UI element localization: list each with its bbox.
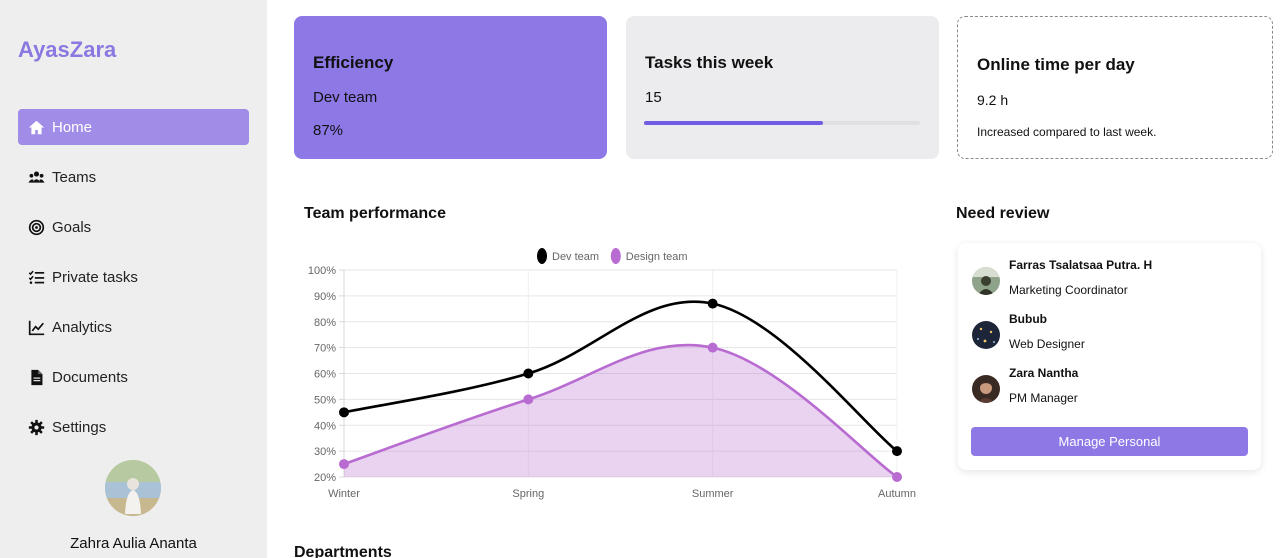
sidebar-item-settings[interactable]: Settings <box>18 409 249 445</box>
sidebar-item-label: Teams <box>52 168 97 186</box>
sidebar-item-label: Goals <box>52 218 92 236</box>
data-point <box>523 368 534 379</box>
card-subtitle: Dev team <box>313 89 378 106</box>
efficiency-card: Efficiency Dev team 87% <box>294 16 607 159</box>
legend-label: Dev team <box>552 251 599 263</box>
target-icon <box>27 218 45 236</box>
line-chart-icon <box>27 318 45 336</box>
card-value: 87% <box>313 122 344 139</box>
sidebar-item-label: Documents <box>52 368 128 386</box>
document-icon <box>27 368 45 386</box>
x-tick-label: Summer <box>692 488 734 500</box>
card-title: Online time per day <box>977 55 1135 74</box>
review-person[interactable]: Farras Tsalatsaa Putra. H Marketing Coor… <box>972 258 1252 298</box>
card-value: 9.2 h <box>977 92 1009 108</box>
person-role: Marketing Coordinator <box>1009 283 1128 297</box>
data-point <box>523 394 534 405</box>
team-performance-title: Team performance <box>304 205 446 222</box>
need-review-panel: Farras Tsalatsaa Putra. H Marketing Coor… <box>958 243 1261 470</box>
checklist-icon <box>27 268 45 286</box>
sidebar-item-documents[interactable]: Documents <box>18 359 249 395</box>
series-area <box>344 344 897 477</box>
brand-logo[interactable]: AyasZara <box>18 37 116 63</box>
x-tick-label: Spring <box>512 488 544 500</box>
data-point <box>892 472 902 482</box>
avatar <box>972 321 1000 349</box>
y-tick-label: 100% <box>308 265 336 277</box>
sidebar-item-teams[interactable]: Teams <box>18 159 249 195</box>
home-icon <box>27 118 45 136</box>
legend-swatch <box>610 248 621 264</box>
person-name: Zara Nantha <box>1009 366 1079 380</box>
data-point <box>892 446 902 457</box>
x-tick-label: Winter <box>328 488 360 500</box>
avatar <box>972 267 1000 295</box>
y-tick-label: 20% <box>314 472 336 484</box>
sidebar-item-label: Analytics <box>52 318 113 336</box>
online-time-card: Online time per day 9.2 h Increased comp… <box>957 16 1273 159</box>
departments-title: Departments <box>294 544 392 558</box>
review-person[interactable]: Bubub Web Designer <box>972 312 1252 352</box>
data-point <box>339 459 349 470</box>
legend-label: Design team <box>626 251 688 263</box>
y-tick-label: 60% <box>314 369 336 381</box>
profile-name: Zahra Aulia Ananta <box>70 535 197 552</box>
y-tick-label: 90% <box>314 291 336 303</box>
need-review-title: Need review <box>956 205 1050 222</box>
card-note: Increased compared to last week. <box>977 125 1157 139</box>
person-name: Bubub <box>1009 312 1047 326</box>
y-tick-label: 70% <box>314 343 336 355</box>
card-title: Tasks this week <box>645 53 774 72</box>
y-tick-label: 40% <box>314 420 336 432</box>
data-point <box>707 342 718 353</box>
data-point <box>707 298 718 309</box>
sidebar-item-label: Private tasks <box>52 268 138 286</box>
sidebar: AyasZara Home Teams Goals Private tasks <box>0 0 267 558</box>
tasks-progress-fill <box>644 121 824 125</box>
data-point <box>339 407 349 418</box>
sidebar-item-goals[interactable]: Goals <box>18 209 249 245</box>
sidebar-nav: Home Teams Goals Private tasks Analytics <box>18 109 249 459</box>
review-person[interactable]: Zara Nantha PM Manager <box>972 366 1252 406</box>
y-tick-label: 80% <box>314 317 336 329</box>
legend-swatch <box>537 248 547 264</box>
users-icon <box>27 168 45 186</box>
gear-icon <box>27 418 45 436</box>
sidebar-item-label: Settings <box>52 418 107 436</box>
sidebar-item-label: Home <box>52 118 93 136</box>
sidebar-item-private-tasks[interactable]: Private tasks <box>18 259 249 295</box>
tasks-progress-bar <box>644 121 920 125</box>
team-performance-chart: 20% 30% 40% 50% 60% 70% 80% 90% 100% Winter Spring… <box>308 248 916 500</box>
card-value: 15 <box>645 89 662 106</box>
avatar <box>972 375 1000 403</box>
card-title: Efficiency <box>313 53 394 72</box>
y-tick-label: 50% <box>314 394 336 406</box>
y-tick-label: 30% <box>314 446 336 458</box>
sidebar-item-analytics[interactable]: Analytics <box>18 309 249 345</box>
manage-personal-button[interactable]: Manage Personal <box>971 427 1248 456</box>
avatar[interactable] <box>105 460 161 516</box>
sidebar-item-home[interactable]: Home <box>18 109 249 145</box>
x-tick-label: Autumn <box>878 488 916 500</box>
person-role: PM Manager <box>1009 391 1078 405</box>
person-role: Web Designer <box>1009 337 1085 351</box>
tasks-card: Tasks this week 15 <box>626 16 939 159</box>
person-name: Farras Tsalatsaa Putra. H <box>1009 258 1153 272</box>
